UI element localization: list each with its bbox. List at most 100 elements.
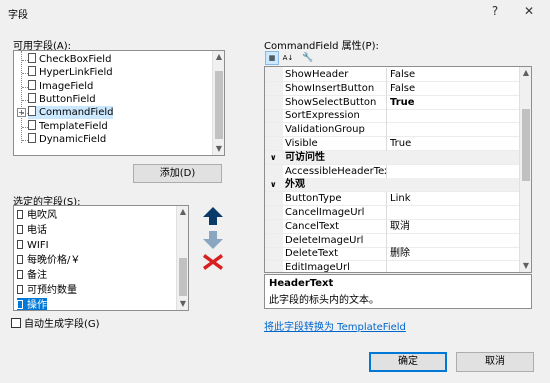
property-row[interactable]: ShowInsertButton False <box>265 81 519 96</box>
scroll-up-icon[interactable]: ▲ <box>520 67 531 79</box>
tree-item[interactable]: ImageField <box>28 79 93 93</box>
scroll-thumb[interactable] <box>215 71 223 139</box>
property-row[interactable]: DeleteImageUrl <box>265 233 519 248</box>
scroll-down-icon[interactable]: ▼ <box>177 298 188 310</box>
available-scrollbar[interactable]: ▲ ▼ <box>212 51 224 155</box>
field-icon <box>17 300 23 309</box>
list-item-label: 电吹风 <box>27 210 57 221</box>
field-icon <box>28 132 36 143</box>
property-row[interactable]: CancelText 取消 <box>265 219 519 234</box>
scroll-up-icon[interactable]: ▲ <box>177 206 188 218</box>
tree-item[interactable]: CheckBoxField <box>28 53 111 66</box>
list-item[interactable]: 可预约数量 <box>17 283 77 298</box>
help-button[interactable]: ? <box>484 2 506 20</box>
move-down-button[interactable] <box>201 230 225 250</box>
alphabetical-icon[interactable]: A↓ <box>281 51 295 65</box>
list-item[interactable]: 电吹风 <box>17 208 57 223</box>
tree-item[interactable]: DynamicField <box>28 132 107 146</box>
field-icon <box>28 53 36 63</box>
tree-item[interactable]: ButtonField <box>28 92 96 106</box>
list-item-label: 每晚价格/￥ <box>27 255 81 266</box>
collapse-icon[interactable]: ∨ <box>270 178 277 192</box>
field-icon <box>17 270 23 279</box>
convert-template-link[interactable]: 将此字段转换为 TemplateField <box>264 318 406 333</box>
field-icon <box>28 106 36 117</box>
tree-item[interactable]: CommandField <box>28 106 114 120</box>
categorized-icon[interactable]: ▦ <box>265 51 279 65</box>
delete-field-button[interactable] <box>201 252 225 272</box>
field-icon <box>28 79 36 90</box>
arrow-up-icon <box>203 207 223 225</box>
category-label: 外观 <box>285 179 305 191</box>
list-item[interactable]: WIFI <box>17 238 49 253</box>
move-up-button[interactable] <box>201 206 225 226</box>
scroll-down-icon[interactable]: ▼ <box>520 260 531 272</box>
property-value[interactable]: 删除 <box>387 247 410 261</box>
property-row[interactable]: SortExpression <box>265 109 519 124</box>
field-icon <box>17 210 23 219</box>
available-fields-tree[interactable]: + CheckBoxField HyperLinkField ImageField B… <box>13 50 225 156</box>
property-row[interactable]: ButtonType Link <box>265 192 519 207</box>
scroll-thumb[interactable] <box>179 258 187 296</box>
property-value[interactable]: True <box>387 96 415 110</box>
property-name: CancelText <box>283 219 387 234</box>
property-name: CancelImageUrl <box>283 206 387 220</box>
field-icon <box>28 119 36 130</box>
property-grid[interactable]: ShowHeader False ShowInsertButton False Show… <box>264 66 532 273</box>
property-row[interactable]: ShowHeader False <box>265 68 519 82</box>
property-name: ShowInsertButton <box>283 81 387 96</box>
wrench-icon[interactable]: 🔧 <box>301 51 315 65</box>
scroll-down-icon[interactable]: ▼ <box>213 143 224 155</box>
property-row[interactable]: ShowSelectButton True <box>265 95 519 110</box>
property-scrollbar[interactable]: ▲ ▼ <box>519 67 531 272</box>
tree-item-label: CheckBoxField <box>39 54 112 65</box>
ok-button[interactable]: 确定 <box>369 352 447 372</box>
category-label: 可访问性 <box>285 151 325 163</box>
auto-generate-label: 自动生成字段(G) <box>24 319 100 330</box>
property-value[interactable]: True <box>387 137 411 151</box>
scroll-up-icon[interactable]: ▲ <box>213 51 224 63</box>
collapse-icon[interactable]: ∨ <box>270 151 277 165</box>
property-row[interactable]: ValidationGroup <box>265 123 519 138</box>
description-text: 此字段的标头内的文本。 <box>269 295 379 306</box>
list-item-label: 电话 <box>27 225 47 236</box>
auto-generate-checkbox[interactable]: 自动生成字段(G) <box>11 318 100 331</box>
cancel-button[interactable]: 取消 <box>456 352 534 372</box>
property-name: ShowHeader <box>283 68 387 82</box>
list-item-label: 可预约数量 <box>27 285 77 296</box>
field-icon <box>17 285 23 294</box>
delete-x-icon <box>203 254 223 270</box>
selected-scrollbar[interactable]: ▲ ▼ <box>176 206 188 310</box>
scroll-thumb[interactable] <box>522 109 530 181</box>
list-item[interactable]: 电话 <box>17 223 47 238</box>
property-row[interactable]: CancelImageUrl <box>265 206 519 220</box>
list-item-label: 备注 <box>27 270 47 281</box>
tree-item-label: DynamicField <box>39 133 107 145</box>
list-item[interactable]: 每晚价格/￥ <box>17 253 80 268</box>
property-toolbar: ▦ A↓ 🔧 <box>264 50 532 66</box>
close-button[interactable]: ✕ <box>518 2 540 20</box>
field-icon <box>28 66 36 77</box>
field-icon <box>28 92 36 103</box>
list-item[interactable]: 操作 <box>17 298 47 311</box>
property-row[interactable]: AccessibleHeaderTex <box>265 164 519 179</box>
tree-item[interactable]: TemplateField <box>28 119 108 133</box>
property-row[interactable]: DeleteText 删除 <box>265 247 519 262</box>
tree-item[interactable]: HyperLinkField <box>28 66 113 79</box>
list-item-label: 操作 <box>27 300 47 311</box>
property-category[interactable]: ∨ 可访问性 <box>265 150 519 165</box>
checkbox-box[interactable] <box>11 318 21 328</box>
property-category[interactable]: ∨ 外观 <box>265 178 519 193</box>
property-value[interactable]: Link <box>387 192 410 206</box>
add-button[interactable]: 添加(D) <box>133 164 222 183</box>
property-row[interactable]: EditImageUrl <box>265 261 519 272</box>
description-title: HeaderText <box>269 278 334 289</box>
list-item[interactable]: 备注 <box>17 268 47 283</box>
property-name: ValidationGroup <box>283 123 387 138</box>
property-value[interactable]: False <box>387 82 415 96</box>
property-value[interactable]: 取消 <box>387 220 410 234</box>
selected-fields-list[interactable]: 电吹风电话 WIFI 每晚价格/￥ 备注可预约数量操作 ▲ ▼ <box>13 205 189 311</box>
property-row[interactable]: Visible True <box>265 137 519 151</box>
property-value[interactable]: False <box>387 68 415 82</box>
property-name: DeleteText <box>283 247 387 262</box>
